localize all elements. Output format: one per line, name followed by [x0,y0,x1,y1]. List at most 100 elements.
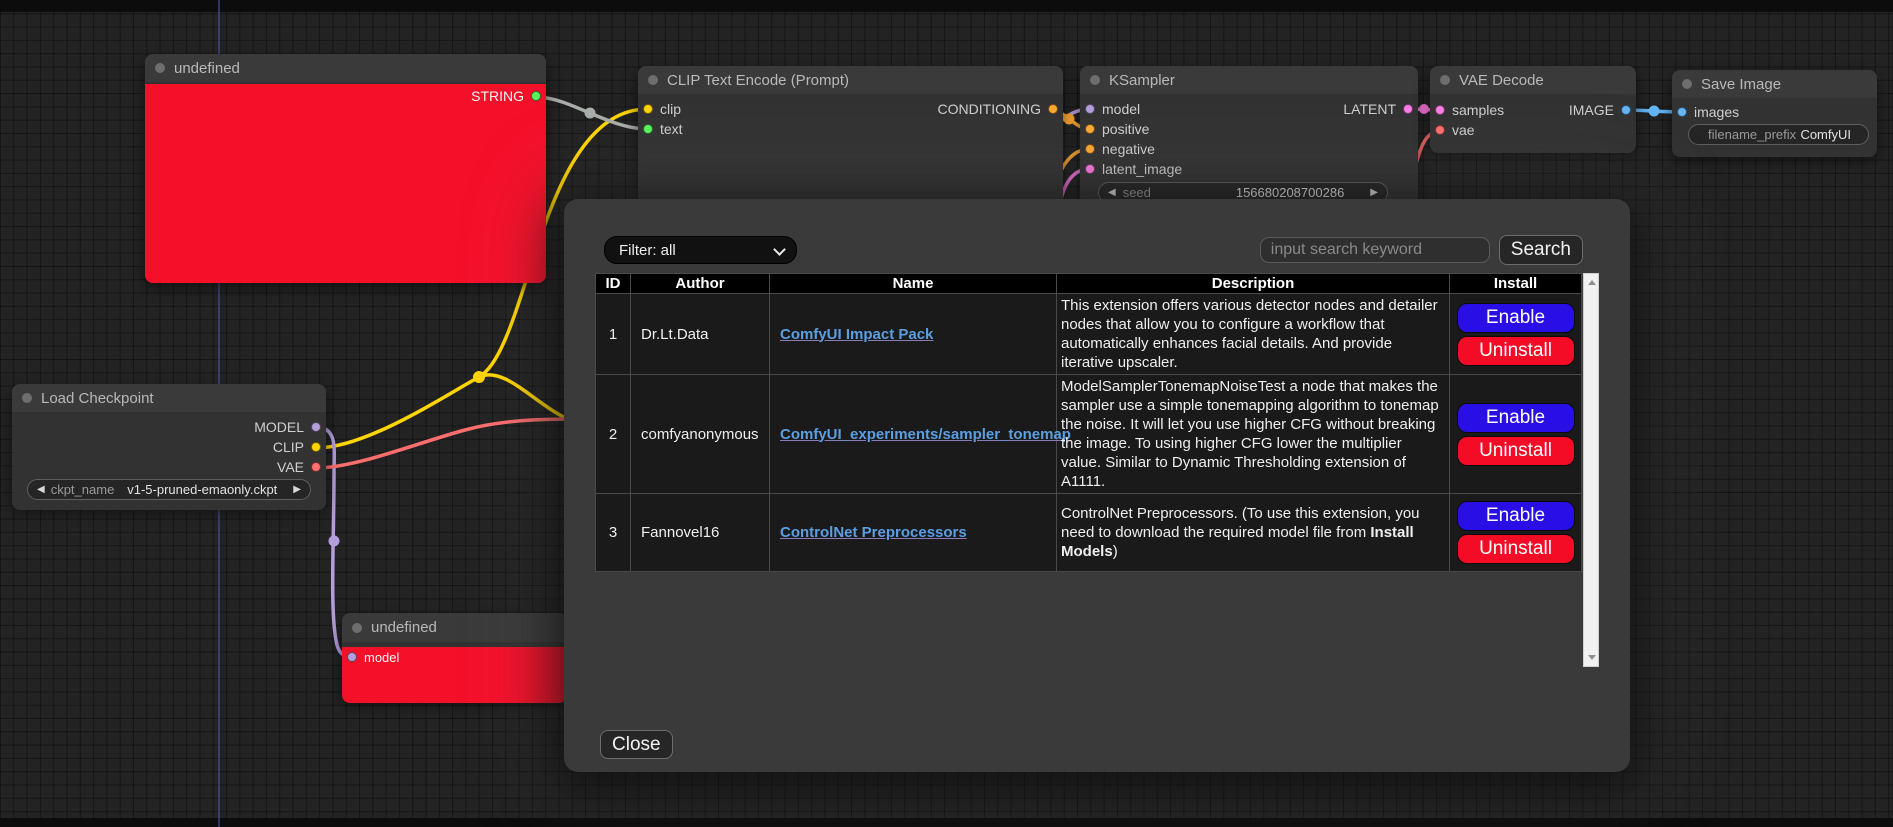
port-dot[interactable] [1435,125,1445,135]
port-dot[interactable] [643,104,653,114]
filename-prefix-widget[interactable]: filename_prefix ComfyUI [1688,124,1869,145]
output-port-vae[interactable]: VAE [277,459,321,475]
search-button[interactable]: Search [1499,235,1583,265]
node-title: CLIP Text Encode (Prompt) [667,72,849,89]
header-id: ID [596,274,631,294]
node-title: VAE Decode [1459,72,1544,89]
enable-button[interactable]: Enable [1457,501,1575,531]
enable-button[interactable]: Enable [1457,303,1575,333]
node-vae-decode[interactable]: VAE Decode samples IMAGE vae [1430,66,1636,147]
cell-install: Enable Uninstall [1450,294,1582,375]
filter-select-wrap: Filter: all [604,236,797,264]
collapse-dot-icon[interactable] [648,75,658,85]
uninstall-button[interactable]: Uninstall [1457,436,1575,466]
output-port-string[interactable]: STRING [471,88,541,104]
collapse-dot-icon[interactable] [22,393,32,403]
extension-link[interactable]: ControlNet Preprocessors [780,524,967,541]
input-port-negative[interactable]: negative [1085,141,1155,157]
collapse-dot-icon[interactable] [1440,75,1450,85]
input-port-positive[interactable]: positive [1085,121,1149,137]
cell-install: Enable Uninstall [1450,494,1582,572]
input-port-images[interactable]: images [1677,104,1739,120]
extension-table-area: ID Author Name Description Install 1 Dr.… [595,273,1599,667]
header-name: Name [770,274,1057,294]
node-clip-text-encode[interactable]: CLIP Text Encode (Prompt) clip CONDITION… [638,66,1063,206]
input-port-samples[interactable]: samples [1435,102,1504,118]
input-port-latent-image[interactable]: latent_image [1085,161,1182,177]
extension-link[interactable]: ComfyUI Impact Pack [780,326,933,343]
port-dot[interactable] [311,422,321,432]
output-port-clip[interactable]: CLIP [273,439,321,455]
table-row: 2 comfyanonymous ComfyUI_experiments/sam… [596,375,1582,494]
search-input[interactable] [1260,237,1490,263]
manager-dialog: Filter: all Search ID Author Name [564,199,1630,772]
input-port-text[interactable]: text [643,121,683,137]
table-header-row: ID Author Name Description Install [596,274,1582,294]
ckpt-name-widget[interactable]: ◀ ckpt_name v1-5-pruned-emaonly.ckpt ▶ [27,479,311,500]
cell-author: comfyanonymous [631,375,770,494]
port-dot[interactable] [643,124,653,134]
port-dot[interactable] [311,462,321,472]
node-title: Load Checkpoint [41,390,154,407]
widget-arrow-left-icon[interactable]: ◀ [1108,188,1116,198]
table-row: 1 Dr.Lt.Data ComfyUI Impact Pack This ex… [596,294,1582,375]
cell-author: Fannovel16 [631,494,770,572]
node-title: Save Image [1701,76,1781,93]
node-title: KSampler [1109,72,1175,89]
port-dot[interactable] [1048,104,1058,114]
port-dot[interactable] [347,652,357,662]
cell-author: Dr.Lt.Data [631,294,770,375]
cell-id: 2 [596,375,631,494]
node-save-image[interactable]: Save Image images filename_prefix ComfyU… [1672,70,1877,153]
cell-description: This extension offers various detector n… [1057,294,1450,375]
close-button[interactable]: Close [600,730,673,759]
uninstall-button[interactable]: Uninstall [1457,534,1575,564]
node-title: undefined [371,619,437,636]
extension-table: ID Author Name Description Install 1 Dr.… [595,273,1582,572]
output-port-model[interactable]: MODEL [254,419,321,435]
widget-arrow-left-icon[interactable]: ◀ [37,485,45,495]
scroll-down-icon[interactable] [1588,655,1596,660]
scrollbar[interactable] [1583,273,1599,667]
collapse-dot-icon[interactable] [1682,79,1692,89]
port-dot[interactable] [1085,144,1095,154]
port-dot[interactable] [1677,107,1687,117]
collapse-dot-icon[interactable] [352,623,362,633]
node-title: undefined [174,60,240,77]
port-dot[interactable] [1621,105,1631,115]
node-load-checkpoint[interactable]: Load Checkpoint MODEL CLIP VAE [12,384,326,505]
output-port-latent[interactable]: LATENT [1343,101,1413,117]
cell-install: Enable Uninstall [1450,375,1582,494]
uninstall-button[interactable]: Uninstall [1457,336,1575,366]
node-undefined-top[interactable]: undefined STRING [145,54,546,281]
input-port-clip[interactable]: clip [643,101,681,117]
output-port-conditioning[interactable]: CONDITIONING [938,101,1058,117]
cell-description: ModelSamplerTonemapNoiseTest a node that… [1057,375,1450,494]
widget-arrow-right-icon[interactable]: ▶ [1370,188,1378,198]
collapse-dot-icon[interactable] [155,63,165,73]
cell-description: ControlNet Preprocessors. (To use this e… [1057,494,1450,572]
header-author: Author [631,274,770,294]
port-dot[interactable] [1403,104,1413,114]
scroll-up-icon[interactable] [1588,280,1596,285]
enable-button[interactable]: Enable [1457,403,1575,433]
input-port-vae[interactable]: vae [1435,122,1475,138]
port-dot[interactable] [311,442,321,452]
node-ksampler[interactable]: KSampler model LATENT positive [1080,66,1418,199]
port-dot[interactable] [1435,105,1445,115]
extension-link[interactable]: ComfyUI_experiments/sampler_tonemap [780,426,1071,443]
widget-arrow-right-icon[interactable]: ▶ [293,485,301,495]
header-install: Install [1450,274,1582,294]
graph-canvas[interactable]: undefined STRING CLIP Text Encode (Promp… [0,0,1893,827]
port-dot[interactable] [1085,104,1095,114]
output-port-image[interactable]: IMAGE [1569,102,1631,118]
port-dot[interactable] [1085,164,1095,174]
collapse-dot-icon[interactable] [1090,75,1100,85]
input-port-model[interactable]: model [347,650,399,665]
filter-select[interactable]: Filter: all [604,236,797,264]
table-row: 3 Fannovel16 ControlNet Preprocessors Co… [596,494,1582,572]
node-undefined-bottom[interactable]: undefined model [342,613,567,698]
port-dot[interactable] [531,91,541,101]
input-port-model[interactable]: model [1085,101,1140,117]
port-dot[interactable] [1085,124,1095,134]
